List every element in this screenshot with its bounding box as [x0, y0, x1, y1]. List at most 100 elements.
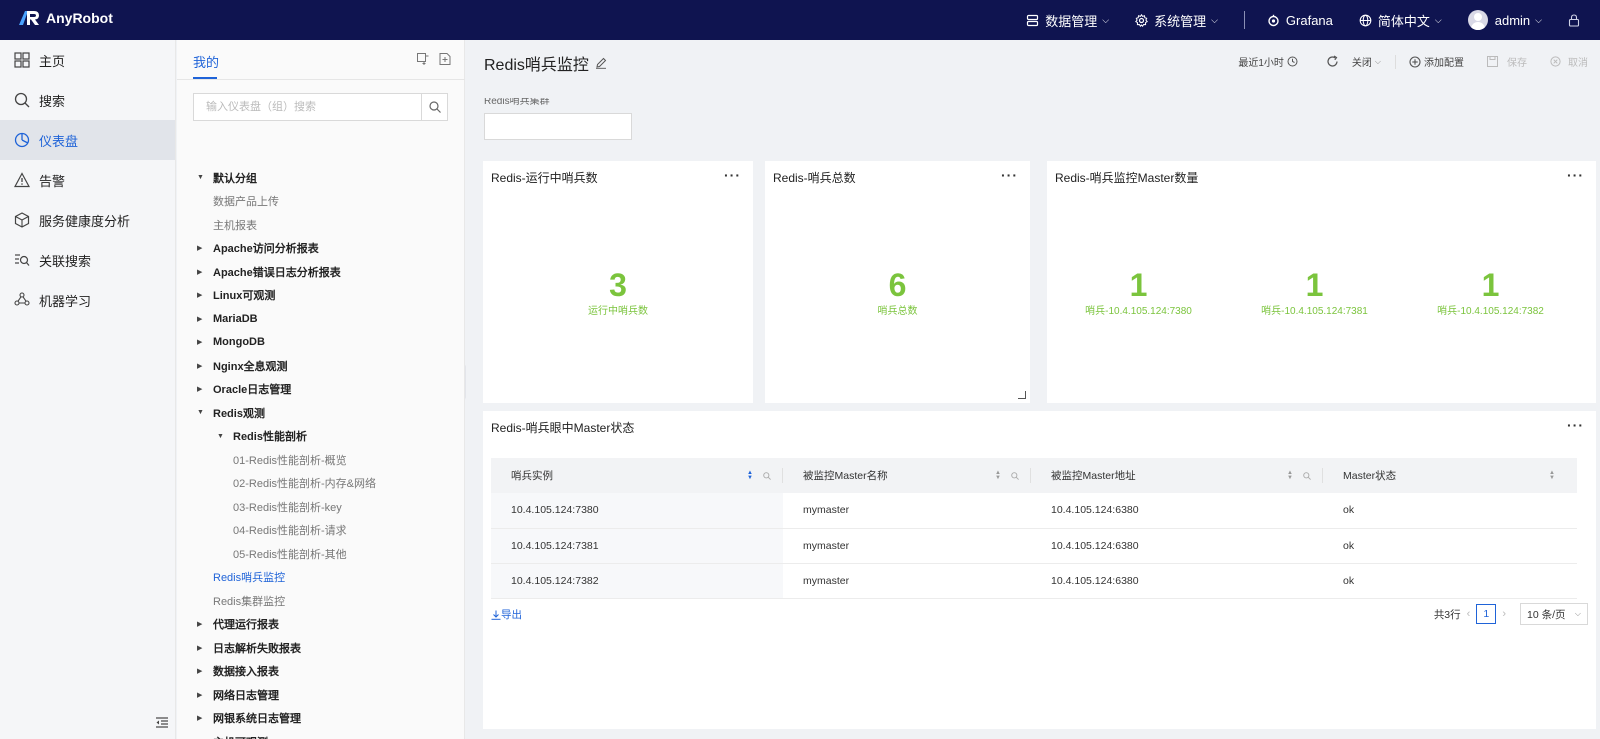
save-button[interactable]: 保存 [1484, 54, 1527, 69]
caret-down-icon[interactable]: ▼ [197, 174, 209, 181]
panel-resize-handle[interactable] [1018, 391, 1026, 399]
table-row[interactable]: 10.4.105.124:7382 mymaster 10.4.105.124:63… [491, 563, 1577, 599]
nav-item-search[interactable]: 搜索 [0, 80, 175, 120]
caret-right-icon[interactable]: ▶ [197, 714, 209, 722]
tree-group[interactable]: ▼ Redis观测 [177, 401, 465, 425]
tree-group[interactable]: ▶ Apache访问分析报表 [177, 237, 465, 261]
caret-right-icon[interactable]: ▶ [197, 362, 209, 370]
caret-down-icon[interactable]: ▼ [217, 433, 229, 440]
tree-group[interactable]: ▶ 网络日志管理 [177, 683, 465, 707]
tree-group[interactable]: ▶ Apache错误日志分析报表 [177, 260, 465, 284]
add-group-button[interactable] [417, 53, 429, 68]
nav-item-dashboard[interactable]: 仪表盘 [0, 120, 175, 160]
tree-group[interactable]: ▶ Nginx全息观测 [177, 354, 465, 378]
nav-item-alerts[interactable]: 告警 [0, 160, 175, 200]
tree-group[interactable]: ▶ 网银系统日志管理 [177, 707, 465, 731]
variable-select[interactable] [484, 113, 632, 140]
panel-menu-button[interactable]: ··· [1567, 167, 1584, 183]
next-page-icon[interactable]: › [1502, 608, 1506, 620]
related-search-icon [15, 254, 30, 266]
tree-search-input[interactable] [194, 94, 421, 120]
filter-search-icon[interactable] [1011, 471, 1019, 480]
table-column-header[interactable]: Master状态 ▲ ▼ [1323, 458, 1577, 493]
tree-group[interactable]: ▶ 日志解析失败报表 [177, 636, 465, 660]
tree-search-button[interactable] [421, 94, 447, 120]
table-column-header[interactable]: 被监控Master名称 ▲ ▼ [783, 458, 1031, 493]
collapse-nav-button[interactable] [156, 717, 168, 731]
column-header-label: 被监控Master名称 [803, 470, 888, 482]
lock-button[interactable] [1568, 13, 1586, 27]
sort-icon[interactable]: ▲ ▼ [747, 470, 753, 481]
tree-item[interactable]: Redis集群监控 [177, 589, 465, 613]
table-cell: 10.4.105.124:6380 [1031, 528, 1323, 564]
grafana-link[interactable]: Grafana [1267, 13, 1333, 28]
sort-icon[interactable]: ▲ ▼ [1287, 470, 1293, 481]
tree-item[interactable]: 01-Redis性能剖析-概览 [177, 448, 465, 472]
tree-group[interactable]: ▶ 数据接入报表 [177, 660, 465, 684]
tree-item[interactable]: 05-Redis性能剖析-其他 [177, 542, 465, 566]
tree-group[interactable]: ▼ Redis性能剖析 [177, 425, 465, 449]
user-menu[interactable]: admin ⌵ [1467, 10, 1542, 30]
save-icon [1487, 56, 1498, 67]
panel-master-status: Redis-哨兵眼中Master状态 ··· 哨兵实例 ▲ ▼ 被监控Master名称… [483, 411, 1596, 729]
panel-menu-button[interactable]: ··· [1001, 167, 1018, 183]
tree-item[interactable]: 数据产品上传 [177, 190, 465, 214]
tree-group[interactable]: ▼ 默认分组 [177, 166, 465, 190]
nav-item-related-search[interactable]: 关联搜索 [0, 240, 175, 280]
tree-group[interactable]: ▶ 代理运行报表 [177, 613, 465, 637]
filter-search-icon[interactable] [1303, 471, 1311, 480]
tree-item[interactable]: 主机报表 [177, 213, 465, 237]
app-logo[interactable]: AnyRobot [18, 10, 113, 26]
chevron-down-icon: ⌵ [1374, 56, 1381, 66]
caret-right-icon[interactable]: ▶ [197, 338, 209, 346]
refresh-control[interactable]: 关闭 ⌵ [1323, 54, 1381, 69]
caret-right-icon[interactable]: ▶ [197, 244, 209, 252]
tree-item[interactable]: 02-Redis性能剖析-内存&网络 [177, 472, 465, 496]
add-config-button[interactable]: 添加配置 [1406, 54, 1464, 69]
nav-item-machine-learning[interactable]: 机器学习 [0, 280, 175, 320]
time-range-picker[interactable]: 最近1小时 [1238, 54, 1301, 69]
tree-group-label: 代理运行报表 [213, 619, 279, 632]
tree-group[interactable]: ▶主机可观测 [177, 730, 465, 739]
table-row[interactable]: 10.4.105.124:7380 mymaster 10.4.105.124:63… [491, 493, 1577, 529]
prev-page-icon[interactable]: ‹ [1467, 608, 1471, 620]
sort-icon[interactable]: ▲ ▼ [1549, 470, 1555, 481]
tree-group[interactable]: ▶ Linux可观测 [177, 284, 465, 308]
language-menu[interactable]: 简体中文 ⌵ [1359, 11, 1442, 30]
tree-item[interactable]: 04-Redis性能剖析-请求 [177, 519, 465, 543]
nav-item-service-health[interactable]: 服务健康度分析 [0, 200, 175, 240]
tree-group-label: Linux可观测 [213, 290, 276, 303]
system-management-menu[interactable]: 系统管理 ⌵ [1135, 11, 1218, 30]
caret-right-icon[interactable]: ▶ [197, 667, 209, 675]
caret-right-icon[interactable]: ▶ [197, 315, 209, 323]
data-management-menu[interactable]: 数据管理 ⌵ [1026, 11, 1109, 30]
tree-item[interactable]: 03-Redis性能剖析-key [177, 495, 465, 519]
filter-search-icon[interactable] [763, 471, 771, 480]
panel-menu-button[interactable]: ··· [1567, 417, 1584, 433]
caret-right-icon[interactable]: ▶ [197, 644, 209, 652]
chevron-down-icon: ⌵ [1102, 14, 1110, 25]
edit-icon[interactable] [595, 57, 607, 69]
caret-right-icon[interactable]: ▶ [197, 291, 209, 299]
caret-right-icon[interactable]: ▶ [197, 691, 209, 699]
tree-group[interactable]: ▶ Oracle日志管理 [177, 378, 465, 402]
tree-item[interactable]: Redis哨兵监控 [177, 566, 465, 590]
panel-menu-button[interactable]: ··· [724, 167, 741, 183]
table-row[interactable]: 10.4.105.124:7381 mymaster 10.4.105.124:63… [491, 528, 1577, 564]
caret-right-icon[interactable]: ▶ [197, 268, 209, 276]
export-button[interactable]: 导出 [491, 607, 522, 622]
add-dashboard-button[interactable] [439, 53, 451, 68]
table-column-header[interactable]: 哨兵实例 ▲ ▼ [491, 458, 783, 493]
sort-icon[interactable]: ▲ ▼ [995, 470, 1001, 481]
caret-right-icon[interactable]: ▶ [197, 385, 209, 393]
table-column-header[interactable]: 被监控Master地址 ▲ ▼ [1031, 458, 1323, 493]
page-number[interactable]: 1 [1476, 604, 1497, 624]
caret-right-icon[interactable]: ▶ [197, 620, 209, 628]
tree-group[interactable]: ▶ MongoDB [177, 331, 465, 355]
cancel-button[interactable]: 取消 [1547, 54, 1588, 69]
caret-down-icon[interactable]: ▼ [197, 409, 209, 416]
tree-group[interactable]: ▶ MariaDB [177, 307, 465, 331]
nav-item-home[interactable]: 主页 [0, 40, 175, 80]
page-size-select[interactable]: 10 条/页 ⌵ [1520, 603, 1588, 625]
tab-mine[interactable]: 我的 [193, 52, 219, 71]
